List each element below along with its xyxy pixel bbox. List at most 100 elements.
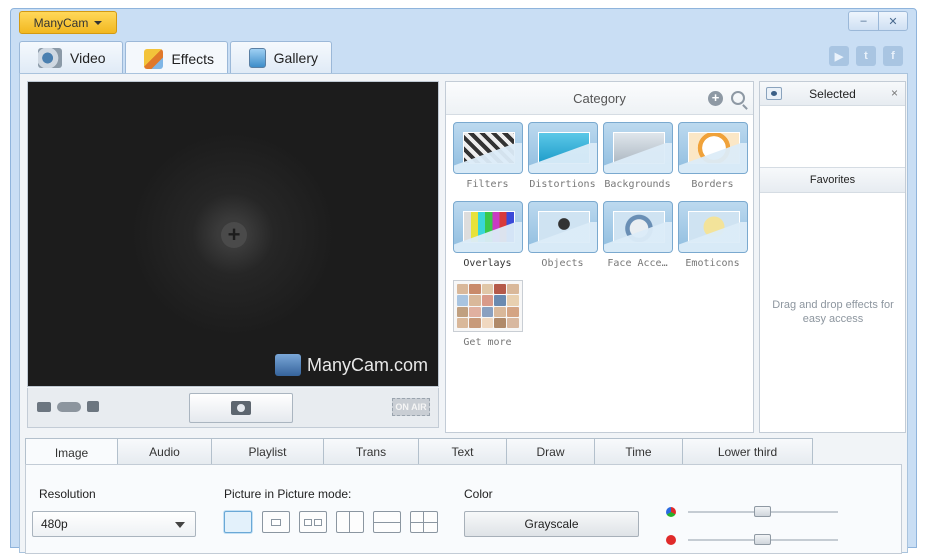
tab-audio[interactable]: Audio xyxy=(118,438,212,465)
folder-icon xyxy=(602,201,673,253)
folder-icon xyxy=(452,201,523,253)
folder-distortions[interactable]: Distortions xyxy=(525,122,600,190)
folder-face-accessories[interactable]: Face Acce… xyxy=(600,201,675,269)
category-panel: Category + Filters Distortions Backgroun… xyxy=(445,81,754,433)
folder-label: Overlays xyxy=(463,258,512,269)
folder-overlays[interactable]: Overlays xyxy=(450,201,525,269)
folder-get-more[interactable]: Get more xyxy=(450,280,525,348)
photo-mode-icon[interactable] xyxy=(87,401,99,412)
folder-label: Backgrounds xyxy=(604,179,671,190)
app-window: ManyCam – ✕ ▶ t f Video Effects Gallery … xyxy=(10,8,917,554)
snapshot-button[interactable] xyxy=(189,393,293,423)
resolution-select[interactable]: 480p xyxy=(32,511,196,537)
selected-title: Selected xyxy=(809,86,856,101)
category-header: Category + xyxy=(446,82,753,115)
window-controls: – ✕ xyxy=(848,11,908,31)
folder-label: Distortions xyxy=(529,179,596,190)
rgb-icon xyxy=(666,507,676,517)
image-settings-panel: Resolution 480p Picture in Picture mode:… xyxy=(25,464,902,554)
camera-icon xyxy=(231,401,251,415)
red-slider-thumb[interactable] xyxy=(754,534,771,545)
selected-panel: Selected × Favorites Drag and drop effec… xyxy=(759,81,906,433)
chevron-down-icon xyxy=(94,20,103,25)
chevron-down-icon xyxy=(175,522,185,528)
folder-label: Face Acce… xyxy=(607,258,668,269)
video-preview[interactable]: + ManyCam.com xyxy=(27,81,439,387)
tab-video-label: Video xyxy=(70,50,106,66)
folder-label: Borders xyxy=(691,179,734,190)
favorites-hint: Drag and drop effects for easy access xyxy=(772,299,894,325)
folder-filters[interactable]: Filters xyxy=(450,122,525,190)
youtube-icon[interactable]: ▶ xyxy=(829,46,849,66)
folder-objects[interactable]: Objects xyxy=(525,201,600,269)
folder-icon xyxy=(527,122,598,174)
tab-text[interactable]: Text xyxy=(419,438,507,465)
folder-icon xyxy=(602,122,673,174)
watermark-text: ManyCam.com xyxy=(306,354,428,375)
tab-trans[interactable]: Trans xyxy=(324,438,419,465)
folder-emoticons[interactable]: Emoticons xyxy=(675,201,750,269)
folder-label: Get more xyxy=(463,337,512,348)
pip-mode-two-inset[interactable] xyxy=(299,511,327,533)
minimize-button[interactable]: – xyxy=(848,11,878,31)
selected-header: Selected × xyxy=(760,82,905,106)
tab-video[interactable]: Video xyxy=(19,41,123,74)
preview-controls: ON AIR xyxy=(27,388,439,428)
saturation-slider-thumb[interactable] xyxy=(754,506,771,517)
resolution-label: Resolution xyxy=(39,487,96,501)
pip-mode-inset[interactable] xyxy=(262,511,290,533)
pip-mode-label: Picture in Picture mode: xyxy=(224,487,352,501)
favorites-header: Favorites xyxy=(760,167,905,193)
folder-label: Emoticons xyxy=(685,258,740,269)
pip-mode-quad[interactable] xyxy=(410,511,438,533)
tab-gallery-label: Gallery xyxy=(273,50,318,66)
main-tabs: Video Effects Gallery xyxy=(19,41,332,75)
get-more-thumbnails xyxy=(452,280,523,332)
tab-gallery[interactable]: Gallery xyxy=(230,41,332,74)
add-category-icon[interactable]: + xyxy=(708,91,723,106)
tab-playlist[interactable]: Playlist xyxy=(212,438,324,465)
tab-draw[interactable]: Draw xyxy=(507,438,595,465)
manycam-menu-button[interactable]: ManyCam xyxy=(19,11,117,34)
folder-icon xyxy=(677,201,748,253)
tab-effects[interactable]: Effects xyxy=(125,41,228,75)
settings-tabs: Image Audio Playlist Trans Text Draw Tim… xyxy=(25,438,813,466)
manycam-watermark: ManyCam.com xyxy=(274,354,428,376)
folder-label: Objects xyxy=(541,258,584,269)
pip-mode-horizontal-split[interactable] xyxy=(373,511,401,533)
tab-time[interactable]: Time xyxy=(595,438,683,465)
tab-effects-label: Effects xyxy=(171,50,214,67)
manycam-logo-icon xyxy=(274,354,301,376)
tab-image[interactable]: Image xyxy=(25,438,118,466)
pip-mode-single[interactable] xyxy=(224,511,252,533)
red-dot-icon xyxy=(666,535,676,545)
folder-borders[interactable]: Borders xyxy=(675,122,750,190)
resolution-value: 480p xyxy=(41,517,68,531)
search-icon[interactable] xyxy=(731,91,745,105)
tab-lower-third[interactable]: Lower third xyxy=(683,438,813,465)
category-title: Category xyxy=(573,90,626,106)
close-icon[interactable]: × xyxy=(891,86,898,100)
folder-label: Filters xyxy=(466,179,509,190)
close-button[interactable]: ✕ xyxy=(878,11,908,31)
facebook-icon[interactable]: f xyxy=(883,46,903,66)
folder-icon xyxy=(677,122,748,174)
webcam-icon xyxy=(38,48,62,68)
folder-icon xyxy=(452,122,523,174)
folder-icon xyxy=(527,201,598,253)
effect-folders: Filters Distortions Backgrounds Borders … xyxy=(450,122,750,348)
main-content: + ManyCam.com ON AIR Category + Filters … xyxy=(19,73,908,554)
folder-backgrounds[interactable]: Backgrounds xyxy=(600,122,675,190)
on-air-indicator: ON AIR xyxy=(392,398,430,416)
menu-label: ManyCam xyxy=(33,15,89,30)
eye-icon[interactable] xyxy=(766,87,782,100)
grayscale-button[interactable]: Grayscale xyxy=(464,511,639,537)
twitter-icon[interactable]: t xyxy=(856,46,876,66)
add-source-icon[interactable]: + xyxy=(221,222,247,248)
effects-icon xyxy=(144,48,164,69)
pip-mode-vertical-split[interactable] xyxy=(336,511,364,533)
gallery-icon xyxy=(249,48,266,68)
video-camera-icon[interactable] xyxy=(37,402,51,412)
color-label: Color xyxy=(464,487,493,501)
mode-toggle[interactable] xyxy=(57,402,81,412)
